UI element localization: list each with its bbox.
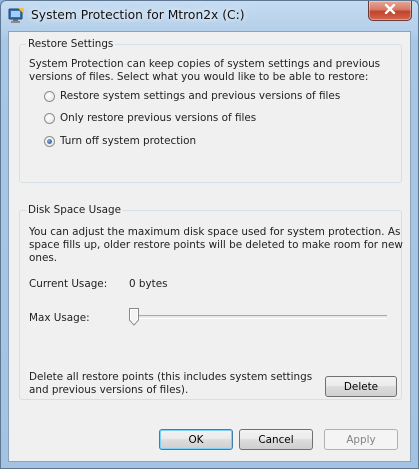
dialog-client-area: Restore Settings System Protection can k… <box>8 31 411 462</box>
cancel-button[interactable]: Cancel <box>239 429 313 450</box>
disk-space-legend: Disk Space Usage <box>26 204 123 216</box>
close-icon <box>384 3 396 17</box>
slider-track[interactable] <box>129 315 387 319</box>
title-bar[interactable]: System Protection for Mtron2x (C:) <box>1 1 418 31</box>
radio-turn-off-protection[interactable]: Turn off system protection <box>44 135 196 147</box>
max-usage-label: Max Usage: <box>29 312 90 324</box>
close-button[interactable] <box>368 1 412 21</box>
system-properties-icon <box>8 7 25 24</box>
ok-button[interactable]: OK <box>159 429 233 450</box>
radio-only-previous-versions[interactable]: Only restore previous versions of files <box>44 112 256 124</box>
radio-restore-settings-and-files[interactable]: Restore system settings and previous ver… <box>44 90 340 102</box>
radio-label[interactable]: Turn off system protection <box>60 135 196 147</box>
restore-settings-description: System Protection can keep copies of sys… <box>29 58 381 70</box>
current-usage-label: Current Usage: <box>29 278 108 290</box>
restore-settings-description: versions of files. Select what you would… <box>29 71 369 83</box>
window-title: System Protection for Mtron2x (C:) <box>31 8 245 22</box>
restore-settings-legend: Restore Settings <box>26 38 116 50</box>
radio-button[interactable] <box>44 112 55 124</box>
apply-button[interactable]: Apply <box>324 429 398 450</box>
disk-space-description: You can adjust the maximum disk space us… <box>29 226 401 238</box>
radio-label[interactable]: Only restore previous versions of files <box>60 112 256 124</box>
radio-label[interactable]: Restore system settings and previous ver… <box>60 90 340 102</box>
dialog-window: System Protection for Mtron2x (C:) Resto… <box>0 0 419 469</box>
radio-button-selected[interactable] <box>44 135 55 147</box>
current-usage-value: 0 bytes <box>129 278 168 290</box>
slider-thumb[interactable] <box>129 308 139 326</box>
radio-button[interactable] <box>44 90 55 102</box>
disk-space-description: space fills up, older restore points wil… <box>29 239 403 251</box>
delete-restore-points-text: and previous versions of files). <box>29 384 189 396</box>
delete-button[interactable]: Delete <box>325 376 397 397</box>
disk-space-description: ones. <box>29 252 58 264</box>
delete-restore-points-text: Delete all restore points (this includes… <box>29 371 313 383</box>
